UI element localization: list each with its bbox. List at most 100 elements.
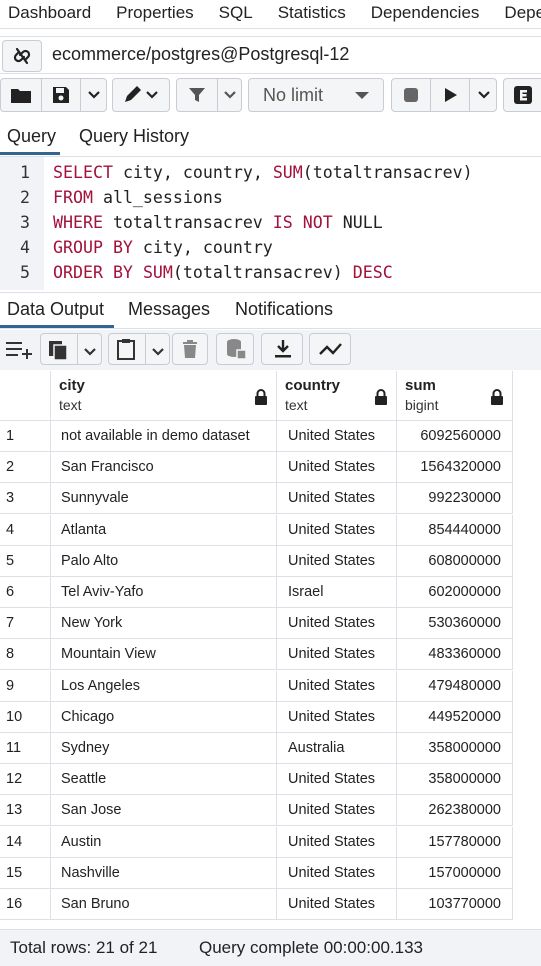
row-number[interactable]: 10 bbox=[0, 701, 51, 733]
tab-properties[interactable]: Properties bbox=[116, 0, 193, 28]
sum-cell[interactable]: 6092560000 bbox=[397, 421, 513, 452]
sum-cell[interactable]: 530360000 bbox=[397, 608, 513, 640]
country-cell[interactable]: United States bbox=[277, 670, 397, 702]
table-row[interactable]: 13 San Jose United States 262380000 bbox=[0, 795, 513, 827]
table-row[interactable]: 3 Sunnyvale United States 992230000 bbox=[0, 483, 513, 515]
row-number[interactable]: 16 bbox=[0, 889, 51, 920]
folder-icon[interactable] bbox=[1, 79, 41, 111]
country-cell[interactable]: Israel bbox=[277, 577, 397, 608]
country-cell[interactable]: United States bbox=[277, 764, 397, 796]
chevron-down-icon[interactable] bbox=[218, 79, 242, 111]
sum-cell[interactable]: 479480000 bbox=[397, 670, 513, 702]
sum-cell[interactable]: 854440000 bbox=[397, 514, 513, 546]
table-row[interactable]: 9 Los Angeles United States 479480000 bbox=[0, 670, 513, 702]
row-number[interactable]: 9 bbox=[0, 670, 51, 702]
row-number[interactable]: 12 bbox=[0, 764, 51, 796]
play-icon[interactable] bbox=[431, 79, 469, 111]
city-cell[interactable]: San Francisco bbox=[51, 452, 277, 484]
country-cell[interactable]: United States bbox=[277, 639, 397, 671]
table-row[interactable]: 4 Atlanta United States 854440000 bbox=[0, 514, 513, 546]
tab-messages[interactable]: Messages bbox=[128, 299, 210, 320]
edit-button[interactable] bbox=[112, 78, 170, 112]
sum-cell[interactable]: 449520000 bbox=[397, 701, 513, 733]
copy-icon[interactable] bbox=[47, 339, 69, 366]
save-icon[interactable] bbox=[42, 79, 80, 111]
country-cell[interactable]: Australia bbox=[277, 733, 397, 764]
add-row-icon[interactable] bbox=[4, 338, 34, 365]
tab-statistics[interactable]: Statistics bbox=[278, 0, 346, 28]
tab-notifications[interactable]: Notifications bbox=[235, 299, 333, 320]
row-number[interactable]: 5 bbox=[0, 545, 51, 577]
column-header-city[interactable]: city text bbox=[51, 371, 277, 421]
country-cell[interactable]: United States bbox=[277, 608, 397, 640]
table-row[interactable]: 14 Austin United States 157780000 bbox=[0, 826, 513, 858]
city-cell[interactable]: Chicago bbox=[51, 701, 277, 733]
sum-cell[interactable]: 992230000 bbox=[397, 483, 513, 515]
city-cell[interactable]: Tel Aviv-Yafo bbox=[51, 577, 277, 608]
sum-cell[interactable]: 602000000 bbox=[397, 577, 513, 608]
chevron-down-icon[interactable] bbox=[470, 79, 497, 111]
tab-sql[interactable]: SQL bbox=[219, 0, 253, 28]
city-cell[interactable]: Sunnyvale bbox=[51, 483, 277, 515]
table-row[interactable]: 6 Tel Aviv-Yafo Israel 602000000 bbox=[0, 577, 513, 608]
connection-label[interactable]: ecommerce/postgres@Postgresql-12 bbox=[52, 44, 349, 65]
graph-button[interactable] bbox=[309, 333, 351, 365]
sum-cell[interactable]: 157780000 bbox=[397, 826, 513, 858]
row-number[interactable]: 8 bbox=[0, 639, 51, 671]
city-cell[interactable]: Seattle bbox=[51, 764, 277, 796]
country-cell[interactable]: United States bbox=[277, 514, 397, 546]
explain-button[interactable] bbox=[503, 78, 541, 112]
country-cell[interactable]: United States bbox=[277, 483, 397, 515]
city-cell[interactable]: San Jose bbox=[51, 795, 277, 827]
row-limit-select[interactable]: No limit bbox=[248, 78, 384, 112]
row-number[interactable]: 3 bbox=[0, 483, 51, 515]
column-header-country[interactable]: country text bbox=[277, 371, 397, 421]
row-number[interactable]: 2 bbox=[0, 452, 51, 484]
city-cell[interactable]: Los Angeles bbox=[51, 670, 277, 702]
sum-cell[interactable]: 483360000 bbox=[397, 639, 513, 671]
chevron-down-icon[interactable] bbox=[83, 344, 97, 362]
country-cell[interactable]: United States bbox=[277, 545, 397, 577]
tab-dependents[interactable]: Dependents bbox=[504, 0, 541, 28]
country-cell[interactable]: United States bbox=[277, 857, 397, 889]
row-number[interactable]: 15 bbox=[0, 857, 51, 889]
table-row[interactable]: 15 Nashville United States 157000000 bbox=[0, 857, 513, 889]
chevron-down-icon[interactable] bbox=[81, 79, 107, 111]
download-button[interactable] bbox=[261, 333, 303, 365]
tab-data-output[interactable]: Data Output bbox=[7, 299, 104, 320]
table-row[interactable]: 8 Mountain View United States 483360000 bbox=[0, 639, 513, 671]
table-row[interactable]: 1 not available in demo dataset United Sta… bbox=[0, 421, 513, 452]
country-cell[interactable]: United States bbox=[277, 701, 397, 733]
tab-dashboard[interactable]: Dashboard bbox=[8, 0, 91, 28]
table-row[interactable]: 16 San Bruno United States 103770000 bbox=[0, 889, 513, 920]
city-cell[interactable]: New York bbox=[51, 608, 277, 640]
row-number[interactable]: 7 bbox=[0, 608, 51, 640]
city-cell[interactable]: San Bruno bbox=[51, 889, 277, 920]
table-row[interactable]: 5 Palo Alto United States 608000000 bbox=[0, 545, 513, 577]
table-row[interactable]: 7 New York United States 530360000 bbox=[0, 608, 513, 640]
sum-cell[interactable]: 1564320000 bbox=[397, 452, 513, 484]
row-number[interactable]: 1 bbox=[0, 421, 51, 452]
table-row[interactable]: 2 San Francisco United States 1564320000 bbox=[0, 452, 513, 484]
unlink-icon[interactable] bbox=[2, 40, 42, 72]
sum-cell[interactable]: 103770000 bbox=[397, 889, 513, 920]
sum-cell[interactable]: 262380000 bbox=[397, 795, 513, 827]
chevron-down-icon[interactable] bbox=[151, 344, 165, 362]
row-number[interactable]: 13 bbox=[0, 795, 51, 827]
row-number[interactable]: 14 bbox=[0, 826, 51, 858]
row-number[interactable]: 6 bbox=[0, 577, 51, 608]
tab-query-history[interactable]: Query History bbox=[79, 126, 189, 147]
sum-cell[interactable]: 358000000 bbox=[397, 764, 513, 796]
country-cell[interactable]: United States bbox=[277, 452, 397, 484]
tab-dependencies[interactable]: Dependencies bbox=[371, 0, 480, 28]
city-cell[interactable]: not available in demo dataset bbox=[51, 421, 277, 452]
city-cell[interactable]: Austin bbox=[51, 826, 277, 858]
table-row[interactable]: 11 Sydney Australia 358000000 bbox=[0, 733, 513, 764]
country-cell[interactable]: United States bbox=[277, 826, 397, 858]
sum-cell[interactable]: 608000000 bbox=[397, 545, 513, 577]
row-number[interactable]: 11 bbox=[0, 733, 51, 764]
save-data-button[interactable] bbox=[216, 333, 254, 365]
delete-button[interactable] bbox=[172, 333, 208, 365]
table-row[interactable]: 12 Seattle United States 358000000 bbox=[0, 764, 513, 796]
city-cell[interactable]: Nashville bbox=[51, 857, 277, 889]
